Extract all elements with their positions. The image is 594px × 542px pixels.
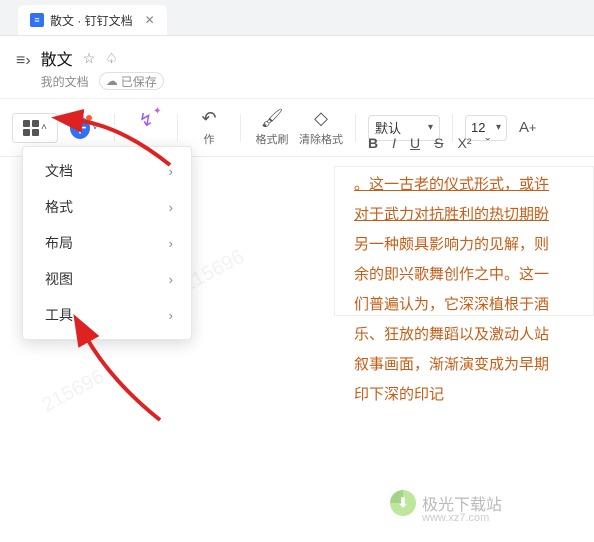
chevron-right-icon: ›: [169, 272, 173, 287]
breadcrumb[interactable]: 我的文档: [41, 73, 89, 90]
tab-title: 散文 · 钉钉文档: [50, 12, 133, 29]
menu-item-layout[interactable]: 布局›: [23, 225, 191, 261]
menu-item-tools[interactable]: 工具›: [23, 297, 191, 333]
chevron-down-icon: ▾: [428, 122, 433, 133]
hamburger-icon[interactable]: ≡›: [16, 52, 31, 70]
eraser-icon: ◇: [314, 108, 328, 129]
wand-icon: ↯✦: [138, 110, 153, 131]
text-line: 另一种颇具影响力的见解，则: [354, 230, 592, 260]
chevron-down-icon: ▾: [496, 122, 501, 133]
document-body[interactable]: 。这一古老的仪式形式，或许 对于武力对抗胜利的热切期盼 另一种颇具影响力的见解，…: [354, 170, 594, 410]
undo-icon: ↶: [201, 108, 216, 129]
grid-dropdown-menu: 文档› 格式› 布局› 视图› 工具›: [22, 146, 192, 340]
grid-icon: [23, 120, 39, 136]
chevron-right-icon: ›: [169, 236, 173, 251]
chevron-up-icon: ˄: [41, 122, 47, 133]
chevron-right-icon: ›: [169, 164, 173, 179]
menu-item-doc[interactable]: 文档›: [23, 153, 191, 189]
chevron-down-icon: ˅: [92, 122, 98, 133]
notification-dot: [86, 115, 92, 121]
strike-button[interactable]: S: [434, 135, 443, 151]
underline-button[interactable]: U: [410, 135, 420, 151]
superscript-button[interactable]: X²: [457, 135, 471, 151]
close-icon[interactable]: ✕: [145, 13, 155, 27]
saved-badge: ☁ 已保存: [99, 72, 164, 90]
cloud-icon: ☁: [106, 74, 118, 88]
menu-item-format[interactable]: 格式›: [23, 189, 191, 225]
text-line: 叙事画面，渐渐演变成为早期: [354, 350, 592, 380]
bell-icon[interactable]: ♤: [105, 50, 118, 67]
doc-title: 散文: [41, 46, 73, 70]
paint-roller-icon: 🖌: [261, 108, 284, 129]
text-line: 印下深的印记: [354, 380, 592, 410]
chevron-right-icon: ›: [169, 308, 173, 323]
bold-button[interactable]: B: [368, 135, 378, 151]
chevron-right-icon: ›: [169, 200, 173, 215]
text-line: 。这一古老的仪式形式，或许: [354, 170, 592, 200]
watermark-logo: ⬇ 极光下载站 www.xz7.com: [390, 490, 502, 516]
text-line: 们普遍认为，它深深植根于酒: [354, 290, 592, 320]
menu-item-view[interactable]: 视图›: [23, 261, 191, 297]
star-icon[interactable]: ☆: [83, 50, 96, 67]
italic-button[interactable]: I: [392, 135, 396, 151]
more-chevron-icon[interactable]: ˇ: [485, 135, 490, 151]
doc-header: ≡› 散文 ☆ ♤ 我的文档 ☁ 已保存: [0, 36, 594, 99]
text-line: 对于武力对抗胜利的热切期盼: [354, 200, 592, 230]
tab-bar: ≡ 散文 · 钉钉文档 ✕: [0, 0, 594, 36]
text-line: 乐、狂放的舞蹈以及激动人站: [354, 320, 592, 350]
logo-icon: ⬇: [390, 490, 416, 516]
text-line: 余的即兴歌舞创作之中。这一: [354, 260, 592, 290]
doc-icon: ≡: [30, 13, 44, 27]
increase-font-button[interactable]: A+: [515, 113, 540, 143]
watermark-text: 215696: [39, 366, 109, 418]
active-tab[interactable]: ≡ 散文 · 钉钉文档 ✕: [18, 5, 167, 35]
